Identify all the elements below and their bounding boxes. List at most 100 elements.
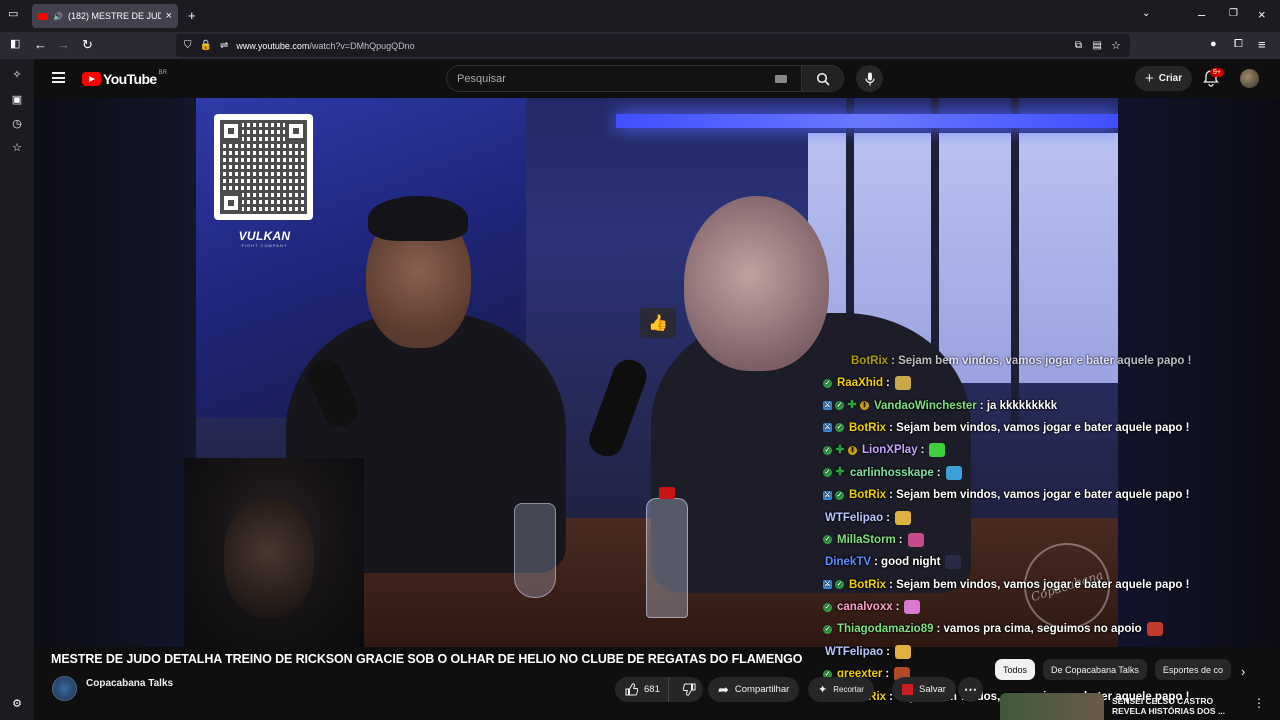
back-icon[interactable]: ← (34, 38, 47, 51)
chat-message: ✓ ✚! LionXPlay: (823, 439, 1223, 461)
like-dislike-group: 681 (615, 677, 703, 702)
account-icon[interactable]: ● (1210, 39, 1217, 50)
user-avatar[interactable] (1240, 69, 1259, 88)
extensions-icon[interactable]: ⧠ (1234, 39, 1243, 50)
share-label: Compartilhar (734, 684, 790, 695)
shield-icon[interactable]: ⛉ (184, 40, 192, 51)
chat-emote-icon (894, 644, 911, 659)
recommended-title[interactable]: SENSEI CELSO CASTRO REVELA HISTÓRIAS DOS… (1112, 696, 1242, 716)
chat-emote-icon (945, 465, 962, 480)
filter-chip[interactable]: Esportes de co (1154, 659, 1231, 680)
clip-button[interactable]: ✦ Recortar (808, 677, 874, 702)
maximize-icon[interactable]: ❐ (1229, 9, 1238, 19)
filter-chip[interactable]: Todos (995, 659, 1036, 680)
streamer-webcam (184, 458, 364, 647)
share-button[interactable]: ➦ Compartilhar (708, 677, 800, 702)
sub-badge-icon: ✓ (823, 378, 832, 388)
chat-username: WTFelipao (825, 645, 884, 658)
address-bar[interactable]: ⛉ 🔒 ⇌ www.youtube.com/watch?v=DMhQpugQDn… (176, 34, 1130, 57)
bits-badge-icon: ! (848, 445, 857, 455)
menu-icon[interactable]: ≡ (1258, 38, 1266, 51)
chat-username: canalvoxx (837, 601, 893, 614)
search-input[interactable]: Pesquisar (457, 73, 775, 85)
chat-username: Thiagodamazio89 (837, 623, 934, 636)
sub-badge-icon: ✓ (835, 423, 844, 433)
bookmarks-icon[interactable]: ☆ (11, 142, 23, 154)
permissions-icon[interactable]: ⇌ (220, 40, 228, 51)
chat-message: WTFelipao: (823, 506, 1223, 528)
browser-tab-active[interactable]: 🔊 (182) MESTRE DE JUDO DE × (32, 4, 178, 28)
synced-tabs-icon[interactable]: ▣ (11, 94, 23, 106)
podcast-mic (584, 355, 652, 461)
chat-username: DinekTV (825, 556, 872, 569)
close-tab-icon[interactable]: × (166, 10, 172, 22)
dislike-button[interactable] (675, 683, 703, 696)
filter-chip[interactable]: De Copacabana Talks (1043, 659, 1147, 680)
chat-message: ⚔✓ BotRix: Sejam bem vindos, vamos jogar … (823, 574, 1223, 596)
mod-badge-icon: ⚔ (823, 580, 832, 590)
sidebar-toggle-icon[interactable]: ◧ (10, 39, 20, 50)
chat-message: ⚔✓ BotRix: Sejam bem vindos, vamos jogar … (823, 417, 1223, 439)
chat-text: : (886, 511, 890, 524)
url-text[interactable]: www.youtube.com/watch?v=DMhQpugQDno (236, 41, 414, 51)
sub-badge-icon: ✓ (823, 602, 832, 612)
chat-username: BotRix (849, 421, 887, 434)
chat-emote-icon (894, 376, 911, 391)
hamburger-menu-icon[interactable] (52, 72, 65, 83)
list-all-tabs-icon[interactable]: ⌄ (1142, 9, 1150, 19)
tab-list-icon[interactable]: ▭ (8, 9, 18, 20)
chat-text: : vamos pra cima, seguimos no apoio (936, 623, 1142, 636)
history-icon[interactable]: ◷ (11, 118, 23, 130)
share-arrow-icon: ➦ (718, 681, 729, 697)
chevron-right-icon[interactable]: › (1241, 665, 1245, 678)
thumbs-up-sign-icon: 👍 (640, 308, 676, 338)
chat-text: : (885, 668, 890, 681)
chat-message: ✓ RaaXhid: (823, 372, 1223, 394)
guest-hair (368, 196, 468, 241)
search-icon (816, 72, 830, 86)
close-window-icon[interactable]: × (1258, 8, 1266, 21)
chat-username: WTFelipao (825, 511, 884, 524)
search-button[interactable] (801, 66, 843, 91)
keyboard-icon[interactable] (775, 74, 787, 83)
chat-message-clipped: BotRix : Sejam bem vindos, vamos jogar e… (851, 355, 1192, 367)
youtube-logo[interactable]: YouTube BR (82, 70, 167, 87)
chat-username: RaaXhid (837, 377, 884, 390)
ai-chat-icon[interactable]: ✧ (11, 69, 23, 81)
chat-message: ✓ Thiagodamazio89: vamos pra cima, seguim… (823, 618, 1223, 640)
sub-badge-icon: ✓ (835, 401, 844, 411)
vip-badge-icon: ✚ (847, 399, 857, 412)
new-tab-icon[interactable]: + (188, 9, 196, 22)
voice-search-button[interactable] (856, 65, 883, 92)
thumbs-down-icon (682, 683, 696, 696)
speaker-icon[interactable]: 🔊 (53, 12, 63, 21)
chat-text: : (936, 466, 941, 479)
like-button[interactable]: 681 (615, 677, 670, 702)
reload-icon[interactable]: ↻ (82, 38, 93, 51)
customize-icon[interactable]: ⚙ (11, 698, 23, 710)
wine-glass (514, 503, 556, 598)
sub-badge-icon: ✓ (835, 490, 844, 500)
more-actions-icon[interactable]: ⋯ (958, 677, 983, 702)
chat-emote-icon (907, 532, 924, 547)
reader-icon[interactable]: ▤ (1093, 40, 1102, 51)
pip-icon[interactable]: ⧉ (1075, 40, 1082, 51)
more-vertical-icon[interactable]: ⋮ (1253, 697, 1265, 709)
filter-chips: Todos De Copacabana Talks Esportes de co (995, 659, 1231, 680)
lock-icon[interactable]: 🔒 (200, 40, 212, 51)
recommended-thumbnail[interactable] (1000, 693, 1104, 720)
sponsor-logo: VULKAN (238, 229, 291, 243)
chat-text: : Sejam bem vindos, vamos jogar e bater … (889, 578, 1190, 591)
browser-tabbar: ▭ 🔊 (182) MESTRE DE JUDO DE × + ⌄ – ❐ × (0, 0, 1280, 32)
save-button[interactable]: Salvar (892, 677, 956, 702)
create-button[interactable]: + Criar (1135, 66, 1193, 91)
chat-username: carlinhosskape (850, 466, 934, 479)
minimize-icon[interactable]: – (1198, 8, 1205, 21)
channel-name[interactable]: Copacabana Talks (86, 678, 173, 689)
forward-icon[interactable]: → (57, 38, 70, 51)
bookmark-star-icon[interactable]: ☆ (1111, 39, 1121, 52)
channel-avatar[interactable] (52, 676, 77, 701)
microphone-icon (864, 72, 875, 85)
search-box[interactable]: Pesquisar (446, 65, 844, 92)
youtube-favicon-icon (38, 12, 48, 20)
